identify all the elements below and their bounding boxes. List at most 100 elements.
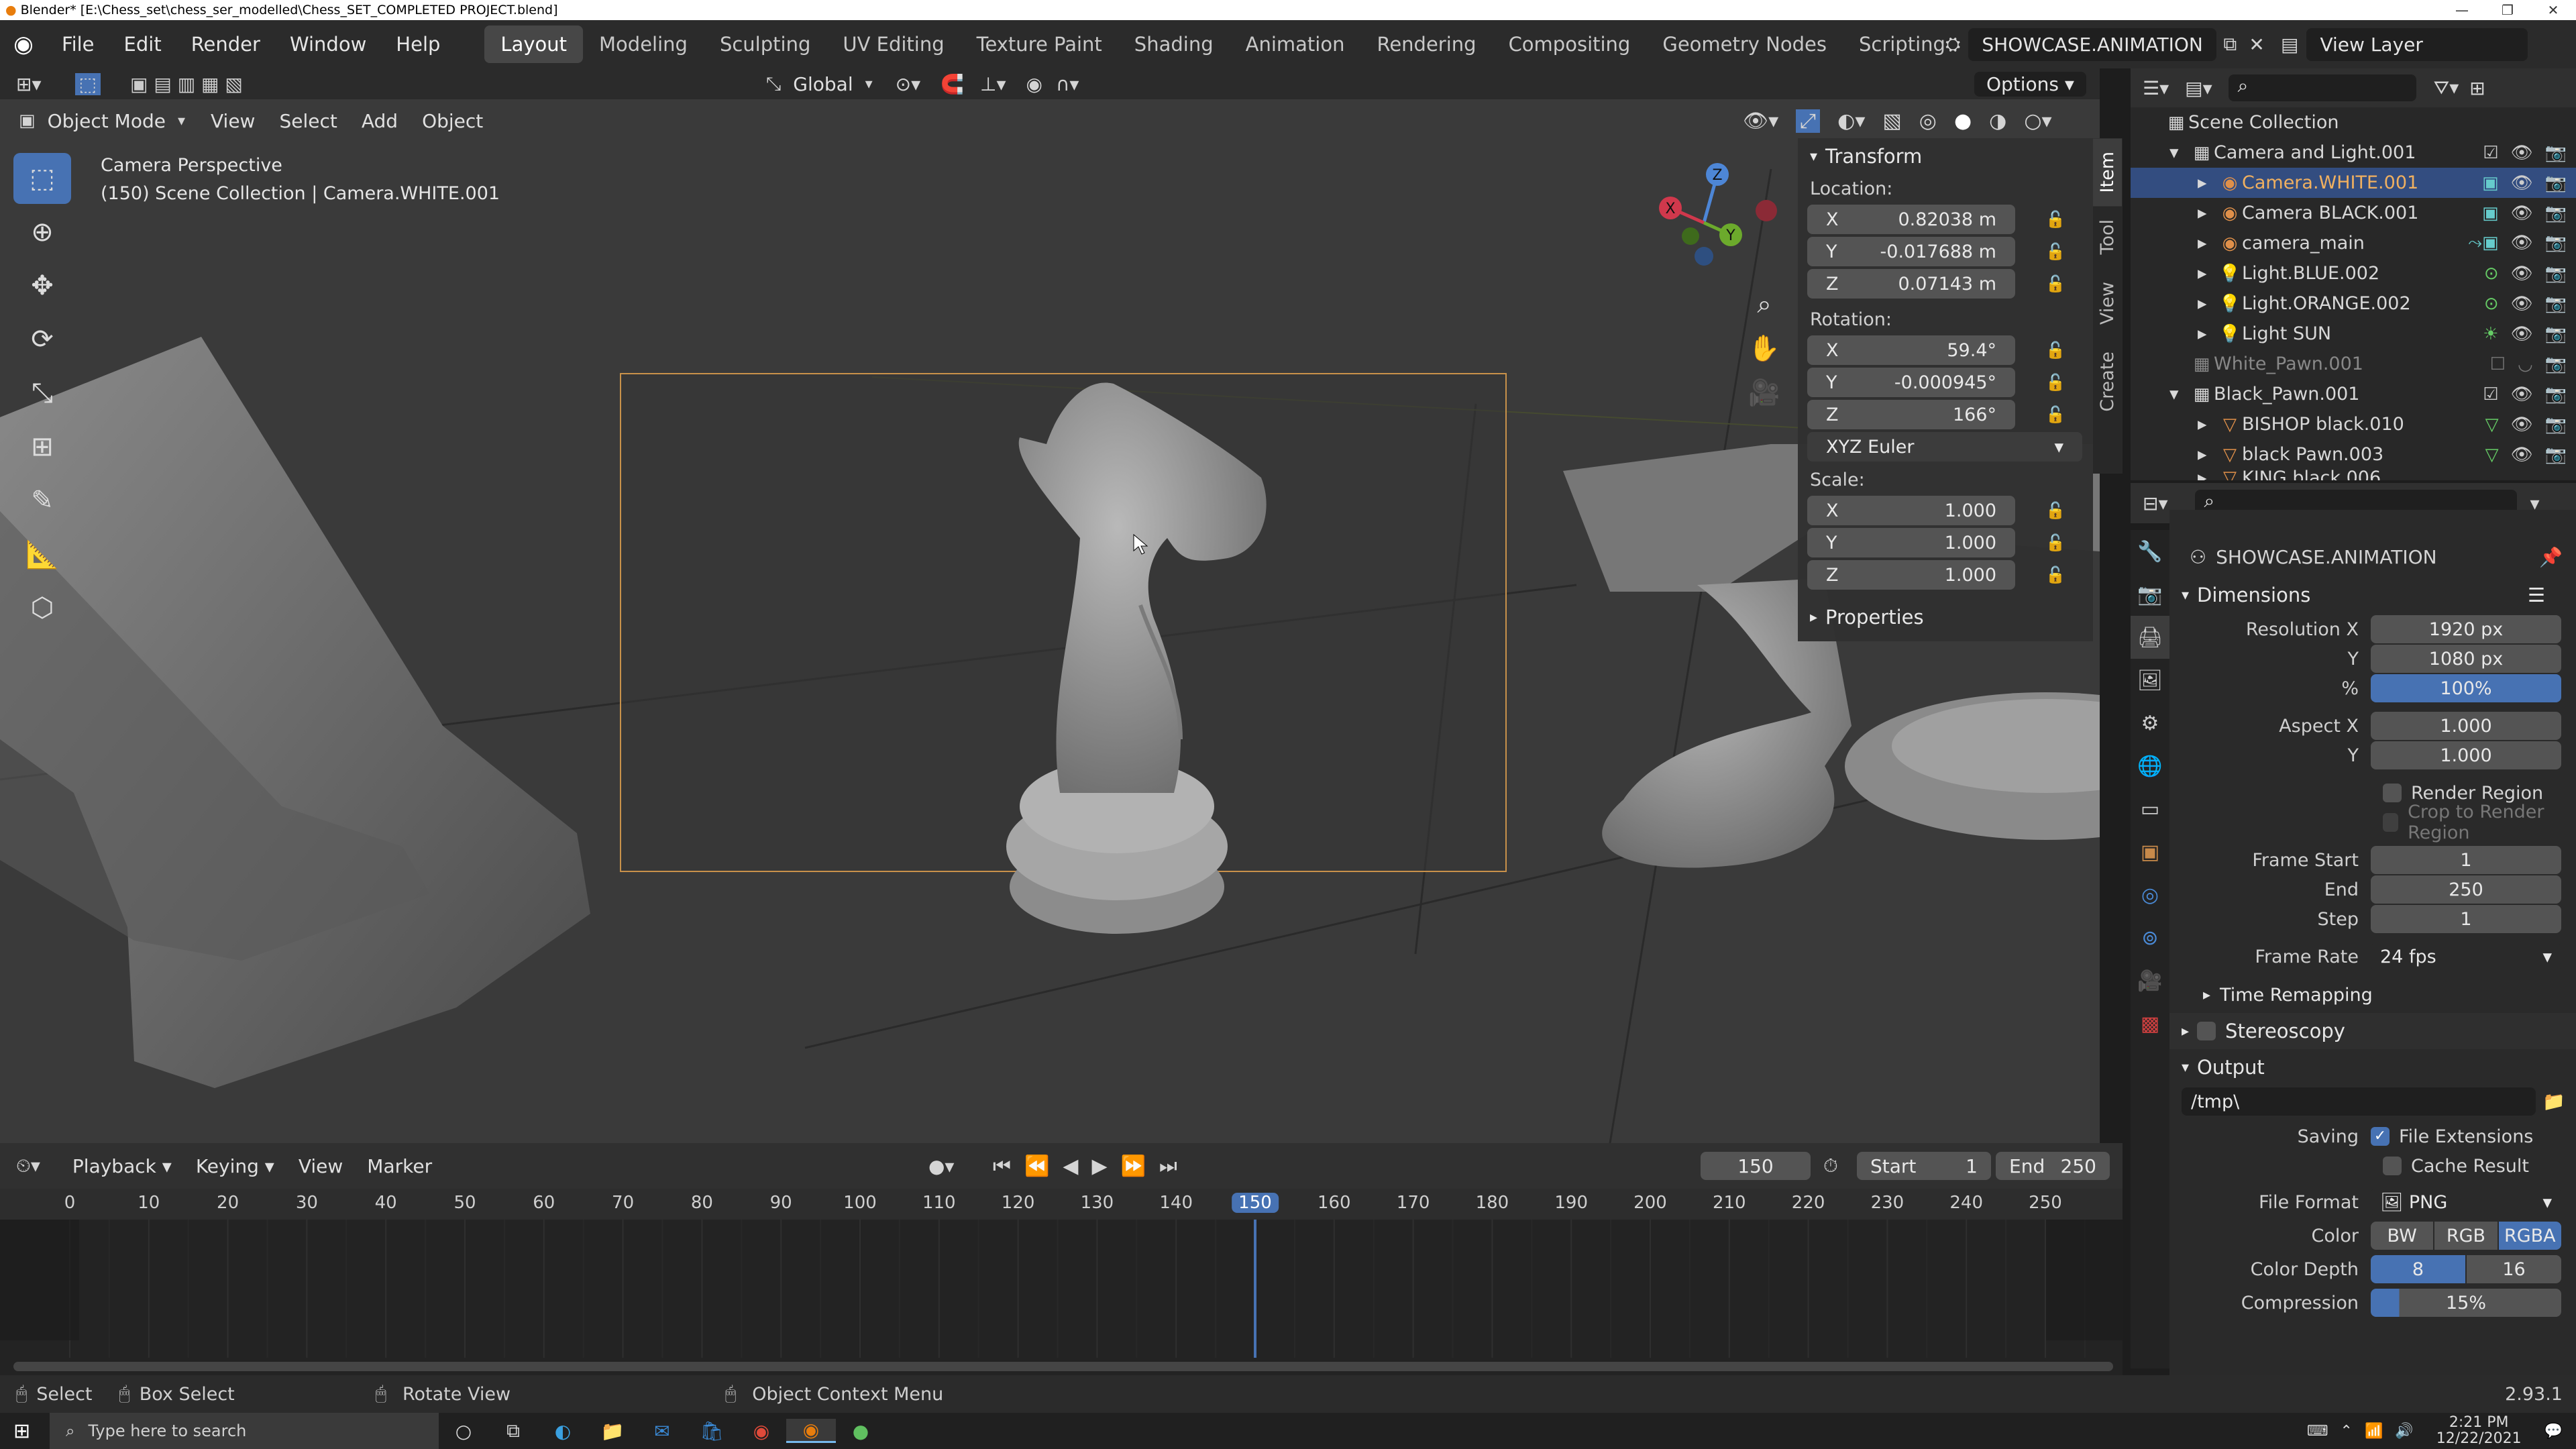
scale-y-field[interactable]: Y 1.000 [1807,528,2015,557]
lock-icon[interactable]: 🔓 [2042,242,2069,261]
camera-view-icon[interactable]: 🎥 [1744,370,1784,415]
eye-icon[interactable]: 👁 [2511,264,2533,284]
list-item[interactable]: ▸ 💡 Light SUN ☀ 👁 📷 [2131,319,2576,349]
snap-icon[interactable]: 🧲 [941,73,964,95]
new-collection-icon[interactable]: ⊞ [2469,77,2485,99]
timeline-editor-icon[interactable]: ⏲▾ [16,1155,40,1177]
scale-tool-icon[interactable]: ⤡ [13,368,71,419]
clock[interactable]: 2:21 PM 12/22/2021 [2436,1415,2522,1447]
display-mode-icon[interactable]: ▤▾ [2185,77,2212,99]
camera-icon[interactable]: 📷 [2545,445,2567,465]
aspect-y-field[interactable]: 1.000 [2371,741,2561,769]
falloff-icon[interactable]: ∩▾ [1056,73,1079,95]
pin-icon[interactable]: 📌 [2539,546,2563,568]
chevron-right-icon[interactable]: ▸ [2198,203,2218,223]
world-tab-icon[interactable]: 🌐 [2131,745,2169,788]
properties-panel-header[interactable]: ▸ Properties [1798,599,2093,635]
new-scene-icon[interactable]: ⧉ [2223,33,2237,56]
tab-tool[interactable]: Tool [2093,206,2122,268]
eye-icon[interactable]: 👁 [2511,143,2533,163]
cortana-icon[interactable]: ○ [439,1420,488,1442]
chevron-down-icon[interactable]: ▾ [2169,384,2190,405]
file-extensions-checkbox[interactable]: ✓ [2371,1127,2390,1146]
close-icon[interactable]: ✕ [2530,0,2576,20]
tray-chevron-icon[interactable]: ⌃ [2341,1423,2353,1440]
output-panel-header[interactable]: ▾ Output [2169,1049,2576,1085]
menu-edit[interactable]: Edit [109,33,176,56]
select-tool-icon[interactable]: ⬚ [13,153,71,204]
app-green-icon[interactable]: ● [836,1420,885,1442]
color-rgb-button[interactable]: RGB [2434,1222,2498,1250]
remove-scene-icon[interactable]: ✕ [2249,34,2264,56]
xray-icon[interactable]: ▧ [1882,109,1901,133]
output-tab-icon[interactable]: 🖨 [2131,616,2169,659]
lock-icon[interactable]: 🔓 [2042,373,2069,392]
list-item[interactable]: ▾ ▦ Black_Pawn.001 ☑ 👁 📷 [2131,379,2576,409]
lock-icon[interactable]: 🔓 [2042,210,2069,229]
rotation-z-field[interactable]: Z 166° [1807,400,2015,429]
edge-icon[interactable]: ◐ [538,1420,588,1442]
menu-window[interactable]: Window [275,33,381,56]
list-item[interactable]: ▸ ◉ Camera.WHITE.001 ▣ 👁 📷 [2131,168,2576,198]
view-layer-tab-icon[interactable]: 🖼 [2131,659,2169,702]
list-item[interactable]: ▦ White_Pawn.001 ☐ ◡ 📷 [2131,349,2576,379]
mail-icon[interactable]: ✉ [637,1420,687,1442]
orientation-dropdown[interactable]: Global [781,73,865,95]
rendered-shading-icon[interactable]: ○▾ [2024,109,2051,133]
measure-tool-icon[interactable]: 📐 [13,529,71,580]
file-explorer-icon[interactable]: 📁 [588,1420,637,1442]
windows-start-icon[interactable]: ⊞ [13,1419,30,1443]
menu-view[interactable]: View [286,1155,355,1177]
pan-hand-icon[interactable]: ✋ [1744,326,1784,370]
jump-start-icon[interactable]: ⏮ [993,1155,1011,1178]
list-item[interactable]: ▸ ▽ KING black.006 [2131,470,2576,480]
select-mode-icons[interactable]: ▣ ▤ ▥ ▦ ▧ [130,73,243,95]
view-layer-field[interactable]: View Layer [2306,28,2528,61]
depth-16-button[interactable]: 16 [2467,1255,2561,1283]
frame-step-field[interactable]: 1 [2371,905,2561,933]
color-bw-button[interactable]: BW [2371,1222,2434,1250]
menu-render[interactable]: Render [176,33,275,56]
options-dropdown[interactable]: Options ▾ [1974,71,2086,97]
menu-object[interactable]: Object [410,110,495,132]
solid-shading-icon[interactable]: ● [1954,109,1972,133]
camera-icon[interactable]: 📷 [2545,233,2567,254]
camera-icon[interactable]: 📷 [2545,324,2567,344]
chevron-down-icon[interactable]: ▾ [2169,142,2190,163]
tab-texture-paint[interactable]: Texture Paint [961,25,1118,63]
frame-start-field[interactable]: 1 [2371,846,2561,874]
list-item[interactable]: ▸ 💡 Light.BLUE.002 ⊙ 👁 📷 [2131,258,2576,288]
list-item[interactable]: ▸ ▽ BISHOP black.010 ▽ 👁 📷 [2131,409,2576,439]
navigation-gizmo[interactable]: Z X Y [1650,156,1798,276]
eye-icon[interactable]: 👁 [2511,384,2533,405]
rotation-y-field[interactable]: Y -0.000945° [1807,368,2015,397]
eye-icon[interactable]: 👁 [2511,415,2533,435]
rotate-tool-icon[interactable]: ⟳ [13,314,71,365]
pivot-icon[interactable]: ⊙▾ [896,73,921,95]
stopwatch-icon[interactable]: ⏱ [1823,1155,1838,1177]
add-cube-tool-icon[interactable]: ⬡ [13,582,71,633]
transform-panel-header[interactable]: ▾ Transform [1798,138,2093,174]
stereoscopy-panel-header[interactable]: ▸ Stereoscopy [2169,1013,2576,1049]
tab-rendering[interactable]: Rendering [1360,25,1492,63]
eye-icon[interactable]: 👁 [2511,294,2533,314]
minimize-icon[interactable]: — [2439,0,2485,20]
camera-icon[interactable]: 📷 [2545,143,2567,163]
move-tool-icon[interactable]: ✥ [13,260,71,311]
render-tab-icon[interactable]: 📷 [2131,573,2169,616]
frame-rate-dropdown[interactable]: 24 fps ▾ [2371,943,2561,971]
camera-icon[interactable]: 📷 [2545,294,2567,314]
restore-icon[interactable]: ❐ [2485,0,2530,20]
end-frame-field[interactable]: End 250 [1996,1152,2110,1180]
location-x-field[interactable]: X 0.82038 m [1807,205,2015,234]
camera-icon[interactable]: 📷 [2545,264,2567,284]
physics-tab-icon[interactable]: ◎ [2131,873,2169,916]
select-box-icon[interactable]: ⬚ [74,72,101,95]
tab-shading[interactable]: Shading [1118,25,1230,63]
taskbar-search-input[interactable]: ⌕ Type here to search [50,1413,439,1449]
resolution-x-field[interactable]: 1920 px [2371,615,2561,643]
keyboard-icon[interactable]: ⌨ [2307,1423,2328,1440]
list-item[interactable]: ▾ ▦ Camera and Light.001 ☑ 👁 📷 [2131,138,2576,168]
zoom-icon[interactable]: ⌕ [1744,282,1784,326]
tab-animation[interactable]: Animation [1230,25,1361,63]
